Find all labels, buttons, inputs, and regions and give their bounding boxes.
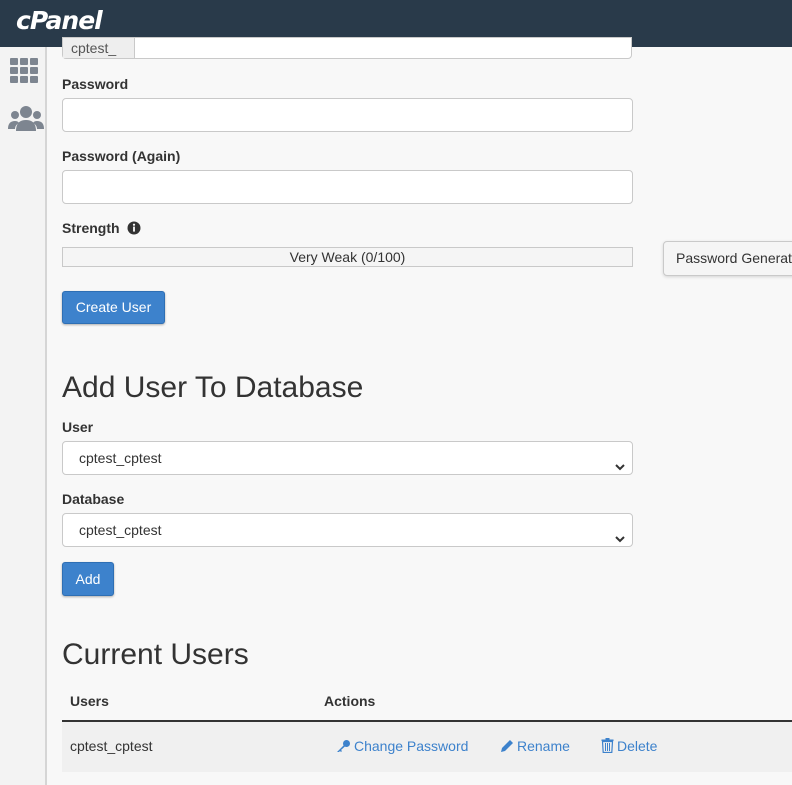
key-icon — [337, 740, 350, 752]
chevron-down-icon — [614, 452, 626, 484]
trash-icon — [601, 738, 614, 753]
delete-link[interactable]: Delete — [601, 738, 657, 754]
table-row: cptest_cptest Change Password Rename Del… — [62, 722, 792, 772]
delete-label: Delete — [617, 738, 658, 754]
create-user-button[interactable]: Create User — [62, 291, 165, 324]
grid-icon[interactable] — [8, 57, 40, 87]
chevron-down-icon — [614, 524, 626, 556]
info-icon[interactable] — [127, 221, 141, 238]
current-users-title: Current Users — [62, 638, 249, 671]
add-button[interactable]: Add — [62, 562, 114, 596]
user-select[interactable]: cptest_cptest — [62, 441, 633, 475]
sidebar — [0, 47, 47, 785]
user-label: User — [62, 419, 94, 435]
column-header-users: Users — [70, 693, 109, 709]
strength-label: Strength — [62, 220, 120, 236]
username-field[interactable]: cptest_ — [62, 37, 632, 59]
table-header: Users Actions — [62, 679, 792, 722]
rename-link[interactable]: Rename — [500, 738, 570, 754]
password-again-input[interactable] — [62, 170, 633, 204]
column-header-actions: Actions — [324, 693, 376, 709]
password-label: Password — [62, 76, 129, 92]
password-input[interactable] — [62, 98, 633, 132]
pencil-icon — [501, 740, 513, 752]
strength-label-row: Strength — [62, 220, 141, 238]
change-password-label: Change Password — [354, 738, 469, 754]
username-prefix: cptest_ — [63, 38, 135, 58]
password-generator-button[interactable]: Password Generat — [663, 241, 792, 276]
change-password-link[interactable]: Change Password — [336, 738, 468, 754]
database-select-value: cptest_cptest — [79, 522, 162, 538]
user-select-value: cptest_cptest — [79, 450, 162, 466]
password-strength-meter: Very Weak (0/100) — [62, 247, 633, 267]
database-select[interactable]: cptest_cptest — [62, 513, 633, 547]
rename-label: Rename — [517, 738, 570, 754]
cpanel-logo[interactable]: cPanel — [16, 6, 103, 35]
users-icon[interactable] — [8, 105, 44, 135]
main-content: cptest_ Password Password (Again) Streng… — [49, 37, 792, 785]
database-label: Database — [62, 491, 125, 507]
user-name-cell: cptest_cptest — [70, 738, 153, 754]
current-users-table: Users Actions cptest_cptest Change Passw… — [62, 679, 792, 772]
password-again-label: Password (Again) — [62, 148, 181, 164]
add-user-to-database-title: Add User To Database — [62, 371, 364, 404]
